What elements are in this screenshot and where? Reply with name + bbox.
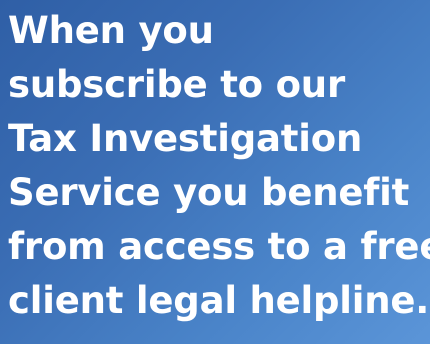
headline-line-2: subscribe to our xyxy=(8,63,345,106)
headline-line-1: When you xyxy=(8,9,214,52)
headline-line-3: Tax Investigation xyxy=(8,117,363,160)
headline-line-5: from access to a free xyxy=(8,225,430,268)
headline-line-4: Service you benefit xyxy=(8,171,410,214)
headline-line-6: client legal helpline. xyxy=(8,279,430,322)
promo-banner: When you subscribe to our Tax Investigat… xyxy=(0,0,430,344)
headline: When you subscribe to our Tax Investigat… xyxy=(8,4,430,328)
